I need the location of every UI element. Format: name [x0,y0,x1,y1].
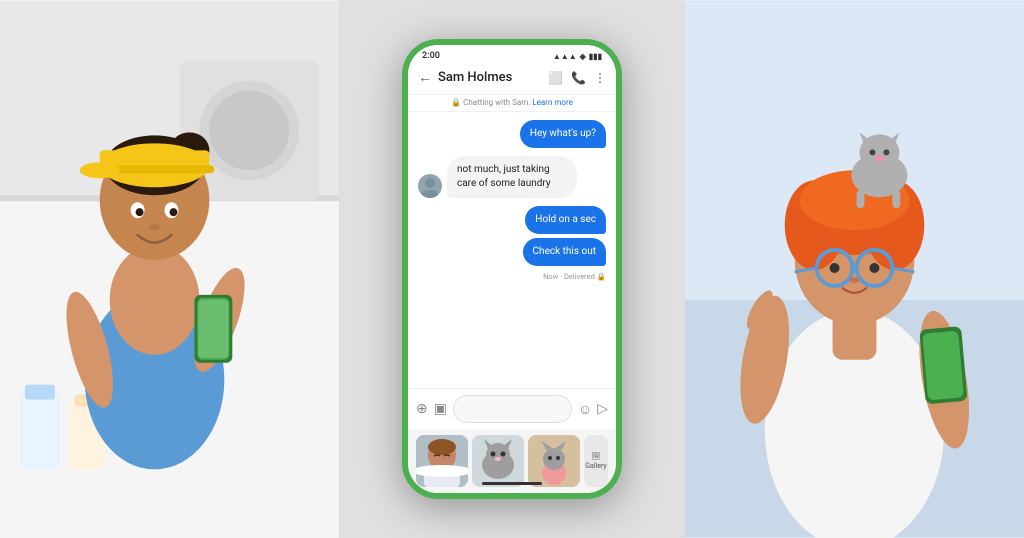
phone-call-icon[interactable]: 📞 [571,71,586,85]
gallery-label[interactable]: 🖼 Gallery [584,435,608,487]
input-bar: ⊕ ▣ ☺ ▷ [408,388,616,429]
left-panel [0,0,340,538]
chat-area: Hey what's up? not much, just taking car… [408,112,616,388]
gallery-icon: 🖼 [592,452,601,460]
wifi-icon: ◈ [580,52,586,61]
more-options-icon[interactable]: ⋮ [594,71,606,85]
message-row-4: Check this out [523,238,606,266]
add-attachment-icon[interactable]: ⊕ [416,401,428,417]
sent-group: Hold on a sec Check this out Now · Deliv… [418,206,606,281]
bubble-sent-3: Check this out [523,238,606,266]
bubble-sent-1: Hey what's up? [520,120,606,148]
avatar [418,174,442,198]
rcs-text: 🔒 Chatting with Sam. [451,98,530,107]
gallery-thumb-1[interactable] [416,435,468,487]
status-bar: 2:00 ▲▲▲ ◈ ▮▮▮ [408,45,616,63]
send-icon[interactable]: ▷ [597,401,608,418]
gallery-thumb-2[interactable] [472,435,524,487]
phone-inner: 2:00 ▲▲▲ ◈ ▮▮▮ ← Sam Holmes ⬜ 📞 ⋮ [408,45,616,493]
learn-more-link[interactable]: Learn more [532,98,572,107]
header-icons: ⬜ 📞 ⋮ [548,71,606,85]
bubble-sent-2: Hold on a sec [525,206,606,234]
input-bar-icons: ⊕ ▣ [416,401,447,417]
right-panel [684,0,1024,538]
video-call-icon[interactable]: ⬜ [548,71,563,85]
emoji-icon[interactable]: ☺ [578,401,592,418]
battery-icon: ▮▮▮ [589,52,602,61]
image-attach-icon[interactable]: ▣ [434,401,447,417]
message-row-2: not much, just taking care of some laund… [418,156,606,198]
center-container: 2:00 ▲▲▲ ◈ ▮▮▮ ← Sam Holmes ⬜ 📞 ⋮ [340,0,684,538]
gallery-text: Gallery [585,462,606,470]
contact-name: Sam Holmes [438,70,542,85]
scene: 2:00 ▲▲▲ ◈ ▮▮▮ ← Sam Holmes ⬜ 📞 ⋮ [0,0,1024,538]
send-icon-bar: ☺ ▷ [578,401,608,418]
message-row-1: Hey what's up? [418,120,606,148]
rcs-bar: 🔒 Chatting with Sam. Learn more [408,95,616,112]
message-input[interactable] [453,395,572,423]
status-icons: ▲▲▲ ◈ ▮▮▮ [553,52,602,61]
message-timestamp: Now · Delivered 🔒 [543,272,606,281]
gallery-thumb-3[interactable] [528,435,580,487]
chat-header: ← Sam Holmes ⬜ 📞 ⋮ [408,63,616,95]
phone: 2:00 ▲▲▲ ◈ ▮▮▮ ← Sam Holmes ⬜ 📞 ⋮ [402,39,622,499]
back-button[interactable]: ← [418,69,432,86]
time-display: 2:00 [422,51,440,61]
message-row-3: Hold on a sec [525,206,606,234]
home-indicator [482,482,542,485]
bubble-received-1: not much, just taking care of some laund… [447,156,577,198]
signal-icon: ▲▲▲ [553,52,577,61]
